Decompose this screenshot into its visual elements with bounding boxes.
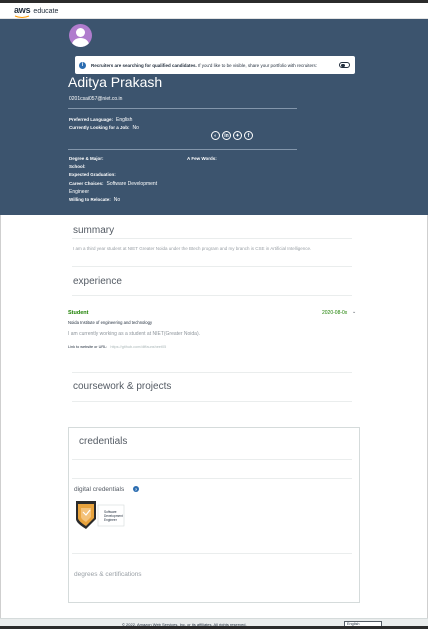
- degree-row: Degree & Major:: [69, 156, 104, 161]
- career-choices-row: Career Choices: Software Development: [69, 181, 158, 187]
- digital-credentials-label: digital credentials: [74, 486, 125, 493]
- github-icon[interactable]: ◐: [211, 131, 220, 140]
- avatar-body: [72, 38, 89, 47]
- twitter-icon[interactable]: ✦: [233, 131, 242, 140]
- career-choices-row-2: Engineer: [69, 189, 90, 195]
- divider: [72, 478, 352, 479]
- credentials-card: credentials digital credentials ? Softwa…: [68, 427, 360, 603]
- divider: [72, 372, 352, 373]
- divider: [72, 459, 352, 460]
- divider: [72, 553, 352, 554]
- preferred-language-row: Preferred Language: English: [69, 117, 133, 123]
- divider: [68, 108, 297, 109]
- avatar[interactable]: [69, 24, 92, 47]
- info-icon: i: [79, 61, 86, 69]
- facebook-icon[interactable]: f: [244, 131, 253, 140]
- recruiter-visibility-toggle[interactable]: [339, 62, 350, 68]
- experience-role: Student: [68, 310, 89, 316]
- avatar-head: [76, 28, 85, 37]
- experience-link-row: Link to website or URL: https://github.c…: [68, 345, 167, 349]
- badge-label: Software Development Engineer: [104, 510, 123, 522]
- credential-badge[interactable]: Software Development Engineer: [74, 499, 126, 531]
- graduation-row: Expected Graduation:: [69, 172, 116, 177]
- experience-organization: Noida Institute of engineering and techn…: [68, 320, 153, 325]
- looking-for-job-row: Currently Looking for a Job: No: [69, 125, 139, 131]
- aws-educate-logo[interactable]: aws educate: [14, 5, 59, 18]
- divider: [72, 238, 352, 239]
- few-words-row: A Few Words:: [187, 156, 217, 161]
- divider: [72, 266, 352, 267]
- toggle-knob: [341, 63, 345, 67]
- experience-link[interactable]: https://github.com/diffaunsheet05: [110, 345, 166, 349]
- coursework-title: coursework & projects: [73, 381, 172, 392]
- summary-title: summary: [73, 225, 115, 236]
- credentials-title: credentials: [79, 436, 128, 447]
- help-icon[interactable]: ?: [133, 486, 139, 492]
- divider: [72, 295, 352, 296]
- logo-educate-text: educate: [33, 8, 59, 15]
- recruiter-notice: i Recruiters are searching for qualified…: [75, 56, 355, 74]
- logo-aws-text: aws: [14, 5, 31, 15]
- school-row: School:: [69, 164, 86, 169]
- profile-header: i Recruiters are searching for qualified…: [0, 19, 428, 215]
- experience-date: 2020-08-0x: [322, 310, 348, 316]
- social-links: ◐ in ✦ f: [211, 131, 253, 140]
- chevron-down-icon[interactable]: ⌄: [352, 309, 356, 315]
- linkedin-icon[interactable]: in: [222, 131, 231, 140]
- relocate-row: Willing to Relocate: No: [69, 197, 121, 203]
- divider: [72, 401, 352, 402]
- experience-title: experience: [73, 276, 122, 287]
- profile-email: 0201csai057@niet.co.in: [69, 96, 123, 102]
- top-nav: aws educate: [0, 3, 428, 19]
- degrees-certifications-label: degrees & certifications: [74, 571, 142, 578]
- notice-text: Recruiters are searching for qualified c…: [91, 62, 317, 68]
- experience-description: I am currently working as a student at N…: [68, 331, 200, 337]
- summary-text: I am a third year student at NIET Greate…: [73, 246, 312, 251]
- profile-name: Aditya Prakash: [68, 74, 163, 90]
- divider: [68, 149, 297, 150]
